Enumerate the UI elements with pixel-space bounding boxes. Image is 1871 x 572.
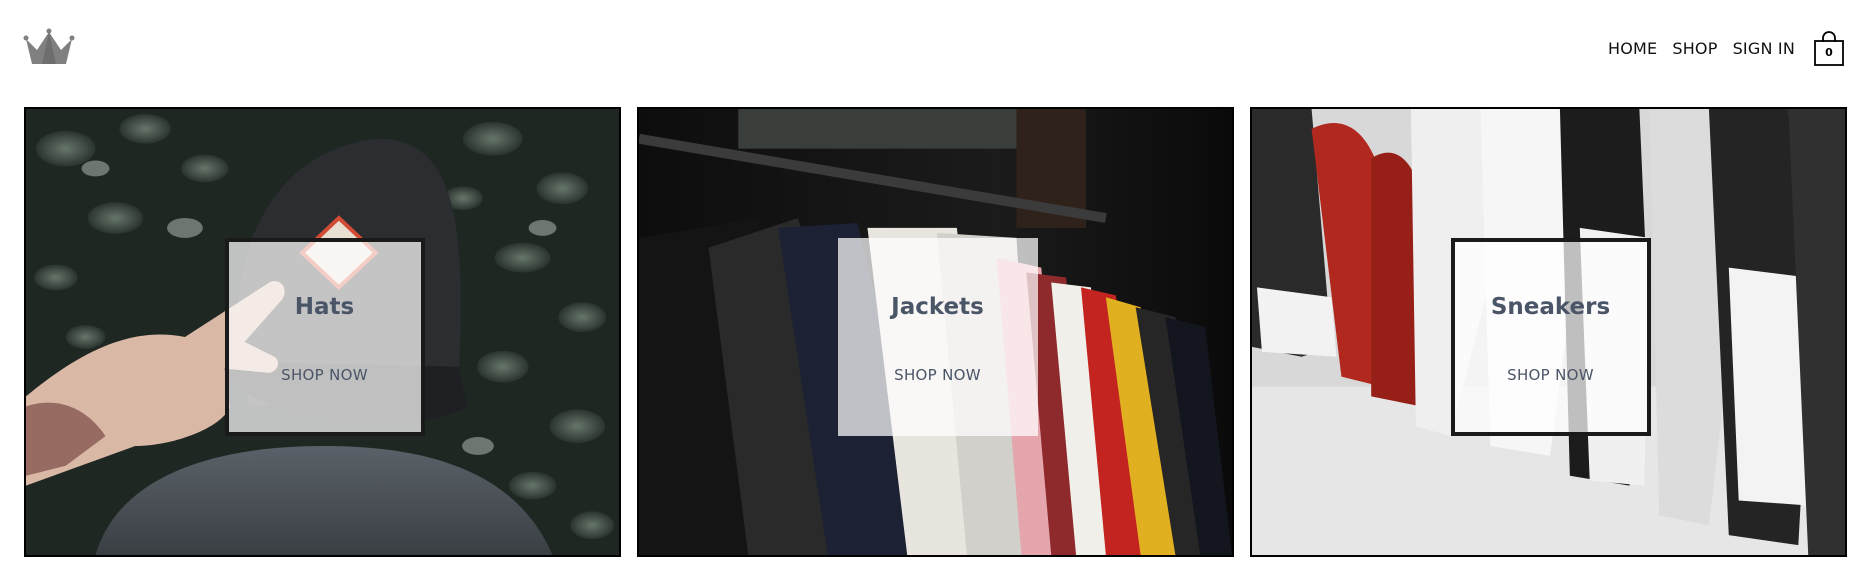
category-title: Jackets	[891, 294, 984, 320]
category-tile-sneakers[interactable]: Sneakers SHOP NOW	[1250, 107, 1847, 557]
category-title: Hats	[294, 294, 355, 320]
category-directory: Hats SHOP NOW Jackets SHOP NOW Sneakers …	[24, 107, 1847, 557]
hats-label-box[interactable]: Hats SHOP NOW	[224, 238, 425, 436]
crown-icon[interactable]	[22, 26, 76, 70]
shop-now-link[interactable]: SHOP NOW	[281, 366, 368, 384]
category-title: Sneakers	[1490, 294, 1611, 320]
category-tile-jackets[interactable]: Jackets SHOP NOW	[637, 107, 1234, 557]
site-header: HOME SHOP SIGN IN 0	[0, 0, 1871, 100]
shop-now-link[interactable]: SHOP NOW	[1507, 366, 1594, 384]
cart-count-badge: 0	[1825, 46, 1833, 59]
category-tile-hats[interactable]: Hats SHOP NOW	[24, 107, 621, 557]
sneakers-label-box[interactable]: Sneakers SHOP NOW	[1450, 238, 1651, 436]
main-nav: HOME SHOP SIGN IN 0	[1608, 28, 1845, 68]
cart-button[interactable]: 0	[1813, 29, 1845, 67]
nav-shop-link[interactable]: SHOP	[1672, 39, 1717, 58]
shop-now-link[interactable]: SHOP NOW	[894, 366, 981, 384]
nav-sign-in-link[interactable]: SIGN IN	[1733, 39, 1795, 58]
jackets-label-box[interactable]: Jackets SHOP NOW	[837, 238, 1038, 436]
nav-home-link[interactable]: HOME	[1608, 39, 1657, 58]
